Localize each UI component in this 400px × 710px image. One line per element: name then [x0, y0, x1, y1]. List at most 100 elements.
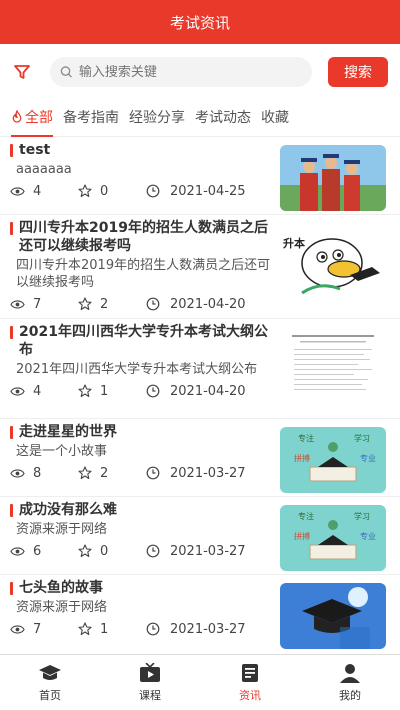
article-list: test aaaaaaa 4 0 2021-04-25 四川专升本2019年的招…: [0, 137, 400, 652]
list-item[interactable]: 走进星星的世界 这是一个小故事 8 2 2021-03-27 专注 学习 拼搏 …: [0, 419, 400, 497]
favorite-count: 1: [100, 383, 109, 399]
list-item[interactable]: 成功没有那么难 资源来源于网络 6 0 2021-03-27 专注 学习 拼搏 …: [0, 497, 400, 575]
star-icon[interactable]: [78, 466, 92, 480]
article-title: 2021年四川西华大学专升本考试大纲公布: [10, 323, 272, 359]
nav-profile[interactable]: 我的: [300, 655, 400, 710]
list-item[interactable]: 四川专升本2019年的招生人数满员之后还可以继续报考吗 四川专升本2019年的招…: [0, 215, 400, 319]
clock-icon: [146, 466, 160, 480]
nav-courses[interactable]: 课程: [100, 655, 200, 710]
list-item[interactable]: 2021年四川西华大学专升本考试大纲公布 2021年四川西华大学专升本考试大纲公…: [0, 319, 400, 419]
nav-news[interactable]: 资讯: [200, 655, 300, 710]
star-icon[interactable]: [78, 184, 92, 198]
article-meta: 4 1 2021-04-20: [10, 380, 272, 402]
article-thumbnail-document: [280, 327, 386, 407]
search-icon: [60, 66, 72, 78]
view-count: 7: [33, 296, 42, 312]
view-count: 4: [33, 383, 42, 399]
clock-icon: [146, 297, 160, 311]
publish-date: 2021-04-20: [170, 296, 246, 312]
article-title: 成功没有那么难: [10, 501, 272, 519]
clock-icon: [146, 544, 160, 558]
eye-icon: [10, 546, 25, 556]
eye-icon: [10, 186, 25, 196]
view-count: 4: [33, 183, 42, 199]
svg-text:学习: 学习: [354, 433, 370, 443]
clock-icon: [146, 384, 160, 398]
svg-text:拼搏: 拼搏: [294, 531, 310, 541]
eye-icon: [10, 468, 25, 478]
publish-date: 2021-04-20: [170, 383, 246, 399]
article-meta: 4 0 2021-04-25: [10, 180, 272, 202]
article-title: 四川专升本2019年的招生人数满员之后还可以继续报考吗: [10, 219, 272, 255]
user-icon: [340, 663, 360, 683]
tab-exam-guide[interactable]: 备考指南: [58, 97, 124, 137]
article-meta: 7 1 2021-03-27: [10, 618, 272, 640]
favorite-count: 0: [100, 183, 109, 199]
view-count: 8: [33, 465, 42, 481]
publish-date: 2021-04-25: [170, 183, 246, 199]
publish-date: 2021-03-27: [170, 621, 246, 637]
svg-text:学习: 学习: [354, 511, 370, 521]
article-desc: 这是一个小故事: [16, 444, 108, 459]
search-input[interactable]: [78, 64, 302, 80]
duck-sign: 升本: [283, 236, 305, 250]
clock-icon: [146, 622, 160, 636]
list-item[interactable]: test aaaaaaa 4 0 2021-04-25: [0, 137, 400, 215]
search-button[interactable]: 搜索: [328, 57, 388, 87]
tab-favorites[interactable]: 收藏: [256, 97, 294, 137]
tab-experience[interactable]: 经验分享: [124, 97, 190, 137]
clock-icon: [146, 184, 160, 198]
news-icon: [242, 663, 258, 682]
list-item[interactable]: 七头鱼的故事 资源来源于网络 7 1 2021-03-27: [0, 575, 400, 652]
star-icon[interactable]: [78, 622, 92, 636]
eye-icon: [10, 299, 25, 309]
fire-icon: [12, 110, 22, 123]
tab-exam-news[interactable]: 考试动态: [190, 97, 256, 137]
star-icon[interactable]: [78, 384, 92, 398]
article-thumbnail-study-cards: 专注 学习 拼搏 专业: [280, 505, 386, 571]
svg-text:专业: 专业: [360, 531, 376, 541]
tab-all[interactable]: 全部: [6, 97, 58, 137]
view-count: 6: [33, 543, 42, 559]
page-header: 考试资讯: [0, 0, 400, 44]
search-row: 搜索: [0, 47, 400, 97]
bottom-nav: 首页 课程 资讯 我的: [0, 654, 400, 710]
article-desc: 四川专升本2019年的招生人数满员之后还可以继续报考吗: [16, 258, 271, 290]
nav-home[interactable]: 首页: [0, 655, 100, 710]
article-meta: 8 2 2021-03-27: [10, 462, 272, 484]
article-desc: 2021年四川西华大学专升本考试大纲公布: [16, 362, 258, 377]
star-icon[interactable]: [78, 544, 92, 558]
view-count: 7: [33, 621, 42, 637]
star-icon[interactable]: [78, 297, 92, 311]
search-box[interactable]: [50, 57, 312, 87]
svg-text:专注: 专注: [298, 433, 314, 443]
article-thumbnail-study-cards: 专注 学习 拼搏 专业: [280, 427, 386, 493]
page-title: 考试资讯: [169, 13, 230, 32]
favorite-count: 1: [100, 621, 109, 637]
eye-icon: [10, 624, 25, 634]
eye-icon: [10, 386, 25, 396]
article-thumbnail-duck: 升本: [280, 223, 386, 303]
article-desc: 资源来源于网络: [16, 522, 108, 537]
article-meta: 6 0 2021-03-27: [10, 540, 272, 562]
category-tabs: 全部 备考指南 经验分享 考试动态 收藏: [0, 97, 400, 137]
article-title: 七头鱼的故事: [10, 579, 272, 597]
svg-text:专注: 专注: [298, 511, 314, 521]
favorite-count: 2: [100, 465, 109, 481]
article-desc: aaaaaaa: [16, 162, 72, 177]
favorite-count: 2: [100, 296, 109, 312]
svg-text:拼搏: 拼搏: [294, 453, 310, 463]
article-title: test: [10, 141, 272, 159]
article-thumbnail-graduation-cap: [280, 583, 386, 649]
publish-date: 2021-03-27: [170, 543, 246, 559]
article-meta: 7 2 2021-04-20: [10, 293, 272, 315]
article-desc: 资源来源于网络: [16, 600, 108, 615]
tv-icon: [140, 662, 160, 682]
svg-text:专业: 专业: [360, 453, 376, 463]
filter-icon[interactable]: [12, 62, 32, 82]
article-title: 走进星星的世界: [10, 423, 272, 441]
favorite-count: 0: [100, 543, 109, 559]
article-thumbnail-graduates: [280, 145, 386, 211]
publish-date: 2021-03-27: [170, 465, 246, 481]
graduation-cap-icon: [39, 664, 61, 680]
